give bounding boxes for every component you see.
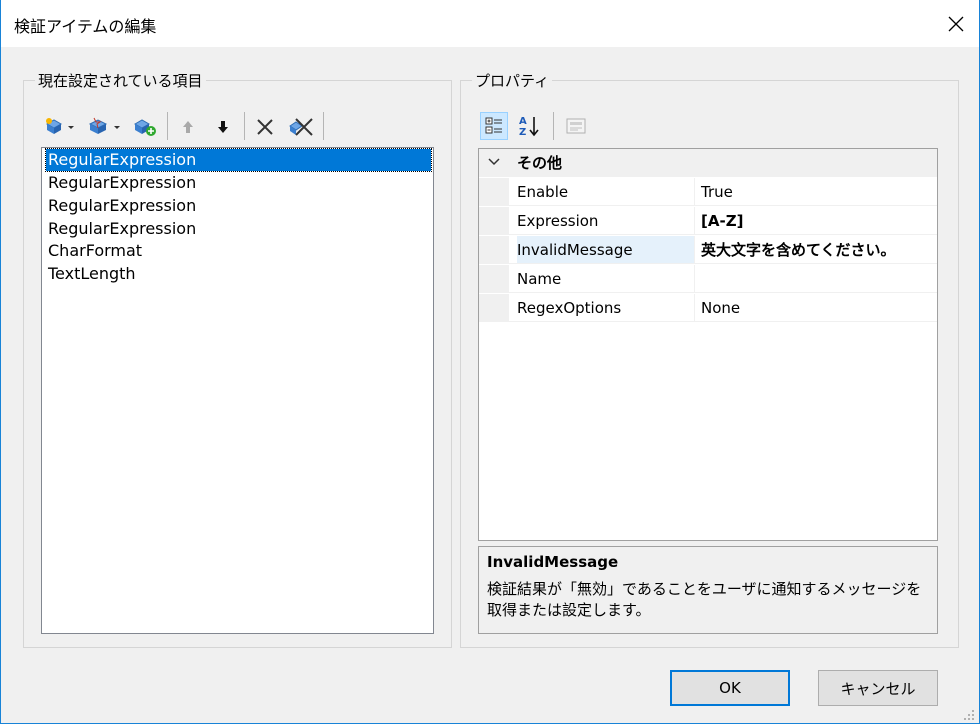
property-row[interactable]: Enable True (479, 178, 937, 206)
toolbar-separator (323, 112, 324, 140)
chevron-down-icon[interactable] (487, 155, 501, 173)
property-value[interactable]: True (701, 178, 733, 205)
add-validator-alt-dropdown-icon[interactable] (86, 115, 124, 139)
description-text: 検証結果が「無効」であることをユーザに通知するメッセージを取得または設定します。 (487, 580, 922, 619)
property-row-gutter (479, 265, 509, 292)
list-item[interactable]: RegularExpression (46, 172, 198, 194)
description-title: InvalidMessage (487, 553, 619, 571)
validator-item-list[interactable]: RegularExpression RegularExpression Regu… (41, 147, 434, 634)
cancel-button[interactable]: キャンセル (818, 670, 938, 706)
toolbar-separator (553, 112, 554, 140)
property-name: RegexOptions (517, 294, 695, 321)
property-value[interactable]: None (701, 294, 740, 321)
dialog-window: 検証アイテムの編集 現在設定されている項目 RegularExpression … (0, 0, 980, 724)
category-row[interactable]: その他 (479, 149, 937, 177)
property-description-panel: InvalidMessage 検証結果が「無効」であることをユーザに通知するメッ… (478, 546, 938, 634)
ok-button[interactable]: OK (670, 670, 790, 706)
property-name: Enable (517, 178, 695, 205)
current-items-group-label: 現在設定されている項目 (35, 70, 206, 91)
title-bar: 検証アイテムの編集 (1, 0, 979, 47)
toolbar-separator (244, 112, 245, 140)
property-row[interactable]: Expression [A-Z] (479, 207, 937, 235)
list-item[interactable]: RegularExpression (46, 195, 198, 217)
add-validator-dropdown-icon[interactable] (43, 115, 79, 139)
property-row-selected[interactable]: InvalidMessage 英大文字を含めてください。 (479, 236, 937, 264)
svg-text:Z: Z (519, 127, 526, 138)
property-row-gutter (479, 236, 509, 263)
alphabetical-sort-icon[interactable]: A Z (515, 112, 543, 140)
toolbar-separator (167, 112, 168, 140)
list-item[interactable]: TextLength (46, 263, 138, 285)
property-name: InvalidMessage (517, 236, 695, 263)
delete-icon[interactable] (253, 115, 277, 139)
resize-grip-icon[interactable] (963, 707, 975, 720)
move-up-icon[interactable] (177, 115, 199, 139)
list-item[interactable]: CharFormat (46, 240, 144, 262)
properties-group-label: プロパティ (472, 70, 553, 91)
property-row-gutter (479, 294, 509, 321)
property-row[interactable]: RegexOptions None (479, 294, 937, 322)
property-row-gutter (479, 207, 509, 234)
property-value[interactable]: [A-Z] (701, 207, 743, 234)
add-item-icon[interactable] (131, 115, 159, 139)
property-name: Name (517, 265, 695, 292)
list-item[interactable]: RegularExpression (45, 148, 432, 172)
property-row-gutter (479, 178, 509, 205)
move-down-icon[interactable] (212, 115, 234, 139)
property-grid[interactable]: その他 Enable True Expression [A-Z] Invalid… (478, 148, 938, 541)
property-row[interactable]: Name (479, 265, 937, 293)
property-pages-icon[interactable] (561, 112, 591, 140)
window-title: 検証アイテムの編集 (14, 17, 157, 36)
delete-all-icon[interactable] (287, 115, 315, 139)
property-name: Expression (517, 207, 695, 234)
categorized-view-icon[interactable] (480, 112, 508, 140)
list-item[interactable]: RegularExpression (46, 218, 198, 240)
property-value[interactable]: 英大文字を含めてください。 (701, 236, 896, 263)
close-icon[interactable] (933, 0, 979, 47)
category-label: その他 (517, 154, 563, 172)
svg-text:A: A (519, 116, 527, 127)
